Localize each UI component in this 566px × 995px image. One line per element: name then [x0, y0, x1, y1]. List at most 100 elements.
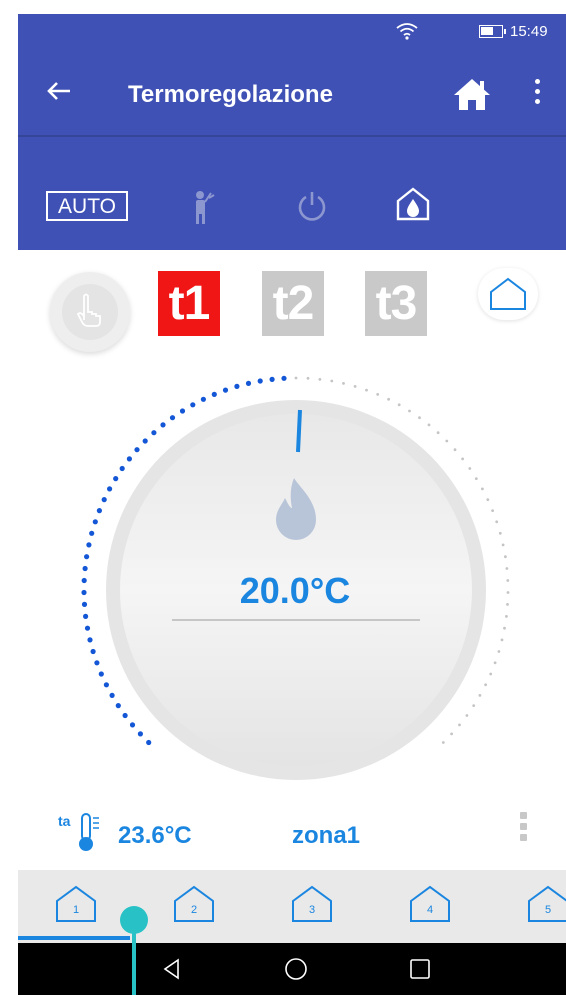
dial-scale-dot	[481, 487, 484, 491]
zone-tab-label: 3	[308, 904, 316, 916]
zone-tab-3[interactable]: 3	[290, 884, 334, 924]
dial-scale-dot-active	[129, 722, 136, 728]
zone-tab-label: 1	[72, 904, 80, 916]
zone-tab-1[interactable]: 1	[54, 884, 98, 924]
dial-scale-dot-active	[142, 438, 148, 444]
dial-scale-dot-active	[137, 731, 143, 737]
dial-scale-dot-active	[160, 422, 166, 428]
dial-scale-dot	[376, 393, 380, 396]
svg-text:ta: ta	[58, 813, 71, 829]
android-nav-bar	[18, 943, 566, 995]
dial-scale-dot	[445, 439, 449, 443]
zone-tab-selected-indicator	[18, 936, 130, 940]
dial-scale-dot	[501, 543, 505, 547]
dial-scale-dot-active	[84, 554, 90, 560]
ambient-temperature: 23.6°C	[118, 822, 192, 849]
dial-scale-dot-active	[81, 577, 87, 584]
dial-scale-dot-active	[245, 380, 252, 386]
zone-more-icon[interactable]	[520, 812, 528, 848]
zone-tab-label: 2	[190, 904, 198, 916]
dial-scale-dot	[506, 579, 510, 582]
dial-scale-dot-active	[257, 378, 263, 384]
dial-scale-dot-active	[92, 519, 98, 525]
dial-scale-dot	[453, 448, 457, 452]
dial-scale-dot	[465, 714, 469, 717]
dial-scale-dot	[353, 385, 357, 388]
nav-home-icon[interactable]	[284, 957, 308, 981]
dial-scale-dot	[506, 603, 509, 606]
dial-scale-dot-active	[90, 648, 96, 655]
dial-scale-dot	[505, 567, 509, 570]
setpoint-divider	[172, 619, 420, 621]
zone-tab-label: 5	[544, 904, 552, 916]
dial-scale-dot-active	[126, 456, 132, 462]
dial-indicator	[296, 409, 302, 453]
dial-scale-dot-active	[222, 387, 229, 393]
dial-scale-dot-active	[101, 497, 107, 503]
dial-scale-dot	[493, 661, 497, 665]
dial-scale-dot-active	[122, 712, 128, 719]
dial-scale-dot-active	[113, 476, 119, 482]
dial-scale-dot	[450, 732, 453, 736]
dial-scale-dot-active	[109, 692, 115, 699]
dial-scale-dot	[504, 555, 507, 559]
touch-cursor-dot	[120, 906, 148, 934]
dial-scale-dot-active	[82, 565, 88, 572]
dial-scale-dot	[498, 531, 502, 535]
dial-scale-dot-active	[98, 671, 104, 677]
dial-scale-dot	[484, 683, 487, 687]
dial-scale-dot-active	[86, 542, 92, 548]
dial-scale-dot-active	[81, 601, 88, 608]
dial-scale-dot	[342, 382, 345, 385]
dial-scale-dot-active	[94, 660, 100, 666]
dial-scale-dot	[306, 376, 310, 380]
dial-scale-dot	[497, 650, 501, 653]
zone-tab-2[interactable]: 2	[172, 884, 216, 924]
dial-scale-dot-active	[234, 383, 240, 389]
dial-scale-dot	[474, 477, 478, 480]
nav-recents-icon[interactable]	[408, 957, 432, 981]
dial-scale-dot	[461, 457, 464, 461]
dial-scale-dot	[418, 416, 421, 420]
dial-scale-dot-active	[169, 415, 176, 421]
dial-scale-dot	[427, 423, 431, 427]
dial-scale-dot-active	[84, 625, 91, 631]
dial-scale-dot-active	[119, 465, 125, 472]
dial-scale-dot	[365, 388, 368, 392]
dial-scale-dot-active	[81, 589, 87, 596]
dial-scale-dot-active	[115, 703, 121, 709]
dial-scale-dot	[478, 694, 482, 697]
dial-scale-dot	[318, 378, 322, 381]
dial-scale-dot	[495, 520, 499, 524]
dial-scale-dot-active	[134, 447, 140, 453]
dial-scale-dot	[441, 741, 445, 744]
dial-scale-dot	[506, 591, 510, 594]
dial-scale-dot-active	[103, 682, 109, 688]
zone-tab-5[interactable]: 5	[526, 884, 566, 924]
dial-scale-dot	[505, 615, 508, 618]
zone-tab-bar: 1 2 3 4 5	[18, 870, 566, 943]
dial-scale-dot	[330, 379, 334, 383]
dial-scale-dot	[472, 704, 476, 707]
zone-tab-4[interactable]: 4	[408, 884, 452, 924]
dial-scale-dot-active	[179, 408, 186, 414]
dial-scale-dot	[500, 638, 504, 642]
dial-scale-dot	[491, 509, 494, 512]
dial-scale-dot-active	[83, 613, 89, 620]
zone-name: zona1	[292, 822, 361, 849]
setpoint-temperature: 20.0°C	[239, 570, 351, 611]
zone-tab-label: 4	[426, 904, 434, 916]
dial-scale-dot-active	[107, 486, 113, 492]
dial-scale-dot-active	[281, 375, 287, 381]
dial-scale-dot	[436, 431, 440, 435]
dial-scale-dot	[489, 672, 493, 676]
dial-scale-dot	[503, 626, 506, 630]
ta-thermometer-icon: ta	[58, 813, 99, 851]
nav-back-icon[interactable]	[160, 957, 184, 981]
dial-scale-dot	[408, 409, 411, 413]
dial-scale-dot	[458, 723, 461, 727]
dial-scale-dot-active	[190, 402, 196, 408]
dial-scale-dot	[294, 376, 298, 380]
dial-scale-dot-active	[200, 396, 206, 402]
dial-scale-dot-active	[269, 376, 275, 382]
